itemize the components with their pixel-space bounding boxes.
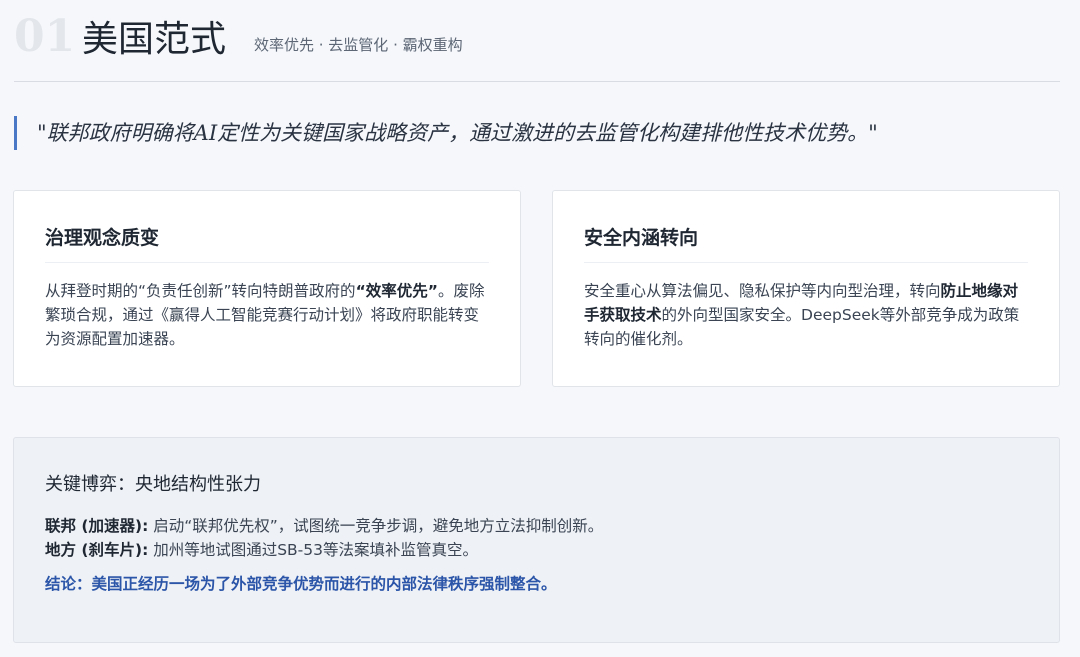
panel-line-text: 加州等地试图通过SB-53等法案填补监管真空。 [148,541,478,559]
section-header: 01 美国范式 效率优先 · 去监管化 · 霸权重构 [14,14,1060,82]
section-subtitle: 效率优先 · 去监管化 · 霸权重构 [254,36,463,54]
card-security-shift: 安全内涵转向 安全重心从算法偏见、隐私保护等内向型治理，转向防止地缘对手获取技术… [552,190,1060,387]
card-body: 安全重心从算法偏见、隐私保护等内向型治理，转向防止地缘对手获取技术的外向型国家安… [584,279,1028,351]
section-number: 01 [14,11,76,62]
panel-line-local: 地方 (刹车片): 加州等地试图通过SB-53等法案填补监管真空。 [45,538,1028,562]
panel-line-federal: 联邦 (加速器): 启动“联邦优先权”，试图统一竞争步调，避免地方立法抑制创新。 [45,514,1028,538]
panel-line-label: 地方 (刹车片): [45,541,149,559]
panel-conclusion: 结论：美国正经历一场为了外部竞争优势而进行的内部法律秩序强制整合。 [45,575,557,593]
panel-lines: 联邦 (加速器): 启动“联邦优先权”，试图统一竞争步调，避免地方立法抑制创新。… [45,514,1028,562]
key-quote: "联邦政府明确将AI定性为关键国家战略资产，通过激进的去监管化构建排他性技术优势… [14,116,1064,150]
card-text: 从拜登时期的“负责任创新”转向特朗普政府的 [45,282,356,300]
card-text: 安全重心从算法偏见、隐私保护等内向型治理，转向 [584,282,941,300]
panel-line-text: 启动“联邦优先权”，试图统一竞争步调，避免地方立法抑制创新。 [148,517,604,535]
section-title: 美国范式 [82,19,227,60]
card-title: 治理观念质变 [45,225,489,263]
panel-title: 关键博弈：央地结构性张力 [45,474,261,495]
card-text-emphasis: “效率优先” [355,282,438,300]
card-body: 从拜登时期的“负责任创新”转向特朗普政府的“效率优先”。废除繁琐合规，通过《赢得… [45,279,489,351]
panel-line-label: 联邦 (加速器): [45,517,149,535]
card-governance-shift: 治理观念质变 从拜登时期的“负责任创新”转向特朗普政府的“效率优先”。废除繁琐合… [13,190,521,387]
card-title: 安全内涵转向 [584,225,1028,263]
key-game-panel: 关键博弈：央地结构性张力 联邦 (加速器): 启动“联邦优先权”，试图统一竞争步… [13,437,1060,643]
